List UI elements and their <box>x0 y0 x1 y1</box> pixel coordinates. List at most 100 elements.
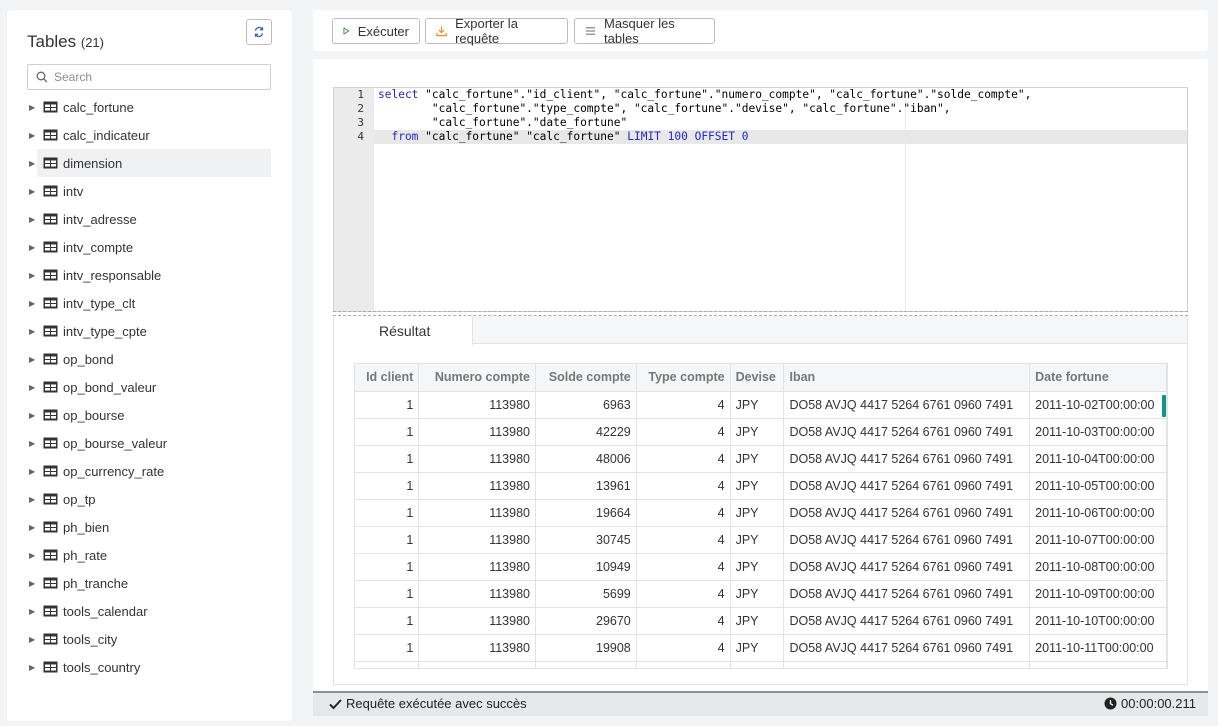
table-row[interactable]: 1 113980 29670 4 JPY DO58 AVJQ 4417 5264 6761… <box>355 607 1167 635</box>
table-item[interactable]: ▶ op_bond_valeur <box>27 373 271 401</box>
table-cell[interactable] <box>418 661 536 668</box>
table-cell[interactable]: 113980 <box>418 607 536 635</box>
expand-caret-icon[interactable]: ▶ <box>27 103 43 112</box>
table-cell[interactable]: 4 <box>636 472 731 500</box>
expand-caret-icon[interactable]: ▶ <box>27 551 43 560</box>
expand-caret-icon[interactable]: ▶ <box>27 271 43 280</box>
expand-caret-icon[interactable]: ▶ <box>27 439 43 448</box>
expand-caret-icon[interactable]: ▶ <box>27 663 43 672</box>
expand-caret-icon[interactable]: ▶ <box>27 187 43 196</box>
expand-caret-icon[interactable]: ▶ <box>27 215 43 224</box>
table-row[interactable]: 1 113980 5699 4 JPY DO58 AVJQ 4417 5264 6761 … <box>355 580 1167 608</box>
table-cell[interactable]: 113980 <box>418 391 536 419</box>
expand-caret-icon[interactable]: ▶ <box>27 355 43 364</box>
table-row[interactable]: 1 113980 13961 4 JPY DO58 AVJQ 4417 5264 6761… <box>355 472 1167 500</box>
table-cell[interactable]: DO58 AVJQ 4417 5264 6761 0960 7491 <box>783 418 1031 446</box>
table-cell[interactable]: 2011-10-05T00:00:00 <box>1029 472 1167 500</box>
table-cell[interactable]: JPY <box>730 445 785 473</box>
refresh-button[interactable] <box>246 19 272 45</box>
table-cell[interactable]: 1 <box>355 526 420 554</box>
table-cell[interactable]: DO58 AVJQ 4417 5264 6761 0960 7491 <box>783 634 1031 662</box>
table-cell[interactable] <box>783 661 1031 668</box>
column-header[interactable]: Id client <box>355 364 420 392</box>
expand-caret-icon[interactable]: ▶ <box>27 411 43 420</box>
table-cell[interactable]: 113980 <box>418 418 536 446</box>
table-cell[interactable]: JPY <box>730 634 785 662</box>
table-cell[interactable]: 113980 <box>418 499 536 527</box>
table-cell[interactable]: 1 <box>355 391 420 419</box>
table-cell[interactable]: 4 <box>636 607 731 635</box>
table-item[interactable]: ▶ intv_responsable <box>27 261 271 289</box>
table-cell[interactable]: DO58 AVJQ 4417 5264 6761 0960 7491 <box>783 445 1031 473</box>
execute-button[interactable]: Exécuter <box>332 18 420 44</box>
table-item[interactable]: ▶ ph_rate <box>27 541 271 569</box>
table-cell[interactable]: 113980 <box>418 526 536 554</box>
table-cell[interactable]: JPY <box>730 391 785 419</box>
table-item[interactable]: ▶ intv_compte <box>27 233 271 261</box>
export-query-button[interactable]: Exporter la requête <box>425 16 568 46</box>
table-cell[interactable]: DO58 AVJQ 4417 5264 6761 0960 7491 <box>783 472 1031 500</box>
table-cell[interactable]: DO58 AVJQ 4417 5264 6761 0960 7491 <box>783 391 1031 419</box>
table-cell[interactable]: 4 <box>636 553 731 581</box>
table-cell[interactable]: 4 <box>636 499 731 527</box>
column-header[interactable]: Solde compte <box>535 364 637 392</box>
table-cell[interactable]: JPY <box>730 607 785 635</box>
table-cell[interactable]: DO58 AVJQ 4417 5264 6761 0960 7491 <box>783 607 1031 635</box>
table-cell[interactable]: 2011-10-03T00:00:00 <box>1029 418 1167 446</box>
expand-caret-icon[interactable]: ▶ <box>27 327 43 336</box>
table-cell[interactable] <box>1029 661 1167 668</box>
table-cell[interactable]: JPY <box>730 472 785 500</box>
table-row[interactable] <box>355 661 1167 668</box>
table-cell[interactable]: 5699 <box>535 580 637 608</box>
table-cell[interactable]: 4 <box>636 526 731 554</box>
table-row[interactable]: 1 113980 19908 4 JPY DO58 AVJQ 4417 5264 6761… <box>355 634 1167 662</box>
table-row[interactable]: 1 113980 6963 4 JPY DO58 AVJQ 4417 5264 6761 … <box>355 391 1167 419</box>
table-cell[interactable]: 113980 <box>418 553 536 581</box>
column-header[interactable]: Devise <box>730 364 785 392</box>
table-cell[interactable]: 10949 <box>535 553 637 581</box>
search-input[interactable] <box>54 70 254 84</box>
table-cell[interactable]: JPY <box>730 499 785 527</box>
table-cell[interactable]: 2011-10-10T00:00:00 <box>1029 607 1167 635</box>
table-item[interactable]: ▶ tools_country <box>27 653 271 681</box>
expand-caret-icon[interactable]: ▶ <box>27 495 43 504</box>
table-item[interactable]: ▶ op_tp <box>27 485 271 513</box>
table-row[interactable]: 1 113980 48006 4 JPY DO58 AVJQ 4417 5264 6761… <box>355 445 1167 473</box>
table-cell[interactable]: 113980 <box>418 472 536 500</box>
table-cell[interactable]: JPY <box>730 418 785 446</box>
table-cell[interactable]: 1 <box>355 553 420 581</box>
table-cell[interactable]: JPY <box>730 580 785 608</box>
expand-caret-icon[interactable]: ▶ <box>27 467 43 476</box>
expand-caret-icon[interactable]: ▶ <box>27 607 43 616</box>
table-item[interactable]: ▶ tools_city <box>27 625 271 653</box>
table-item[interactable]: ▶ ph_tranche <box>27 569 271 597</box>
table-cell[interactable]: 1 <box>355 418 420 446</box>
tab-result[interactable]: Résultat <box>334 316 473 345</box>
table-row[interactable]: 1 113980 30745 4 JPY DO58 AVJQ 4417 5264 6761… <box>355 526 1167 554</box>
table-cell[interactable]: 42229 <box>535 418 637 446</box>
sql-editor[interactable]: 1 2 3 4 select "calc_fortune"."id_client… <box>333 87 1188 312</box>
table-cell[interactable]: DO58 AVJQ 4417 5264 6761 0960 7491 <box>783 553 1031 581</box>
grid-scrollbar-thumb[interactable] <box>1162 395 1166 417</box>
table-item[interactable]: ▶ tools_calendar <box>27 597 271 625</box>
table-cell[interactable]: 113980 <box>418 634 536 662</box>
expand-caret-icon[interactable]: ▶ <box>27 159 43 168</box>
table-cell[interactable]: 2011-10-04T00:00:00 <box>1029 445 1167 473</box>
table-cell[interactable]: DO58 AVJQ 4417 5264 6761 0960 7491 <box>783 580 1031 608</box>
table-row[interactable]: 1 113980 19664 4 JPY DO58 AVJQ 4417 5264 6761… <box>355 499 1167 527</box>
table-item[interactable]: ▶ ph_bien <box>27 513 271 541</box>
table-cell[interactable]: 2011-10-11T00:00:00 <box>1029 634 1167 662</box>
table-search[interactable] <box>27 64 271 90</box>
table-cell[interactable]: 113980 <box>418 580 536 608</box>
expand-caret-icon[interactable]: ▶ <box>27 579 43 588</box>
table-row[interactable]: 1 113980 42229 4 JPY DO58 AVJQ 4417 5264 6761… <box>355 418 1167 446</box>
table-item[interactable]: ▶ intv_adresse <box>27 205 271 233</box>
table-cell[interactable]: DO58 AVJQ 4417 5264 6761 0960 7491 <box>783 526 1031 554</box>
table-cell[interactable]: JPY <box>730 553 785 581</box>
expand-caret-icon[interactable]: ▶ <box>27 635 43 644</box>
column-header[interactable]: Type compte <box>636 364 731 392</box>
expand-caret-icon[interactable]: ▶ <box>27 243 43 252</box>
table-cell[interactable]: 19664 <box>535 499 637 527</box>
table-cell[interactable] <box>355 661 420 668</box>
table-cell[interactable]: 13961 <box>535 472 637 500</box>
